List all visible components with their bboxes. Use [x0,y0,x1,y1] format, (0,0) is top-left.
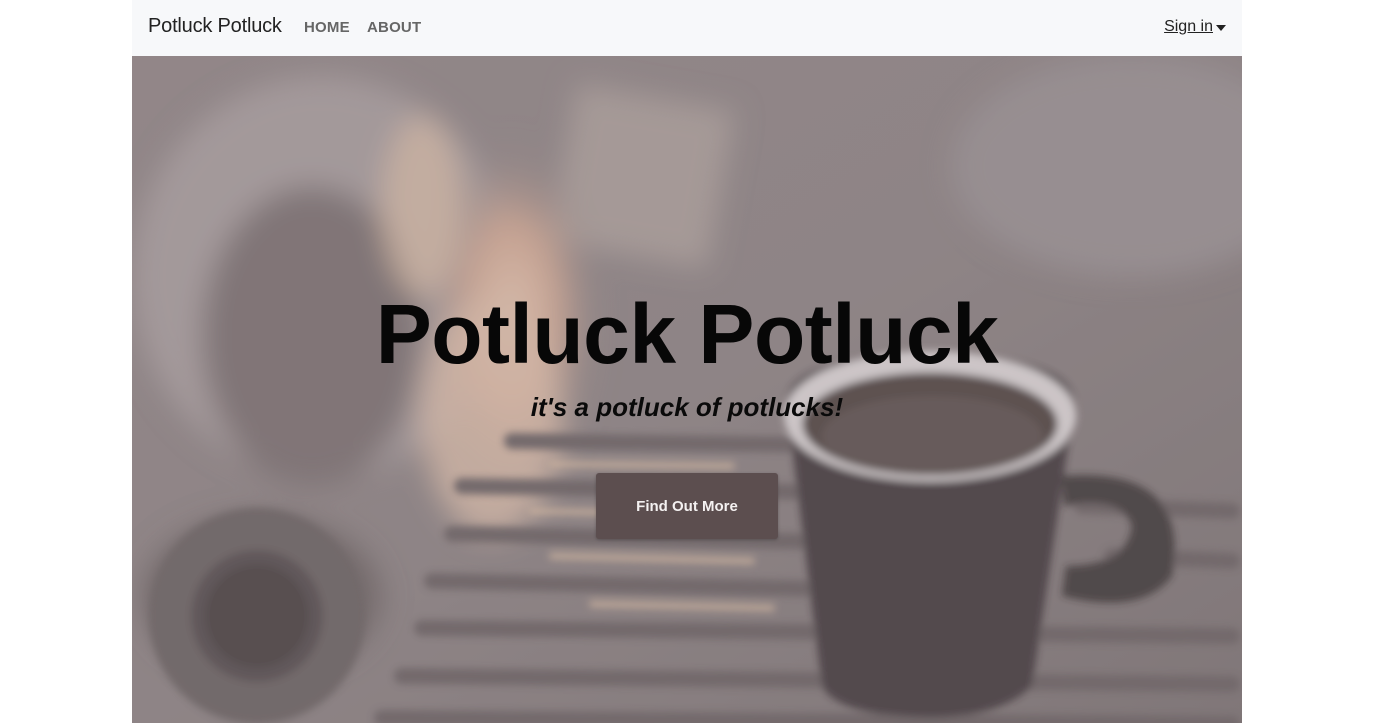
hero-tagline: it's a potluck of potlucks! [530,392,844,422]
page: Potluck Potluck HOME ABOUT Sign in Potlu… [132,0,1242,723]
hero-title: Potluck Potluck [375,287,999,381]
sign-in-dropdown[interactable]: Sign in [1164,18,1226,36]
brand-link[interactable]: Potluck Potluck [148,15,282,38]
nav-home-link[interactable]: HOME [304,19,350,36]
hero-overlay [132,56,1242,723]
sign-in-label: Sign in [1164,18,1213,35]
navbar: Potluck Potluck HOME ABOUT Sign in [132,0,1242,56]
hero-section: Potluck Potluck it's a potluck of potluc… [132,56,1242,723]
find-out-more-button[interactable]: Find Out More [596,473,778,539]
nav-about-link[interactable]: ABOUT [367,19,421,36]
caret-down-icon [1216,25,1226,31]
